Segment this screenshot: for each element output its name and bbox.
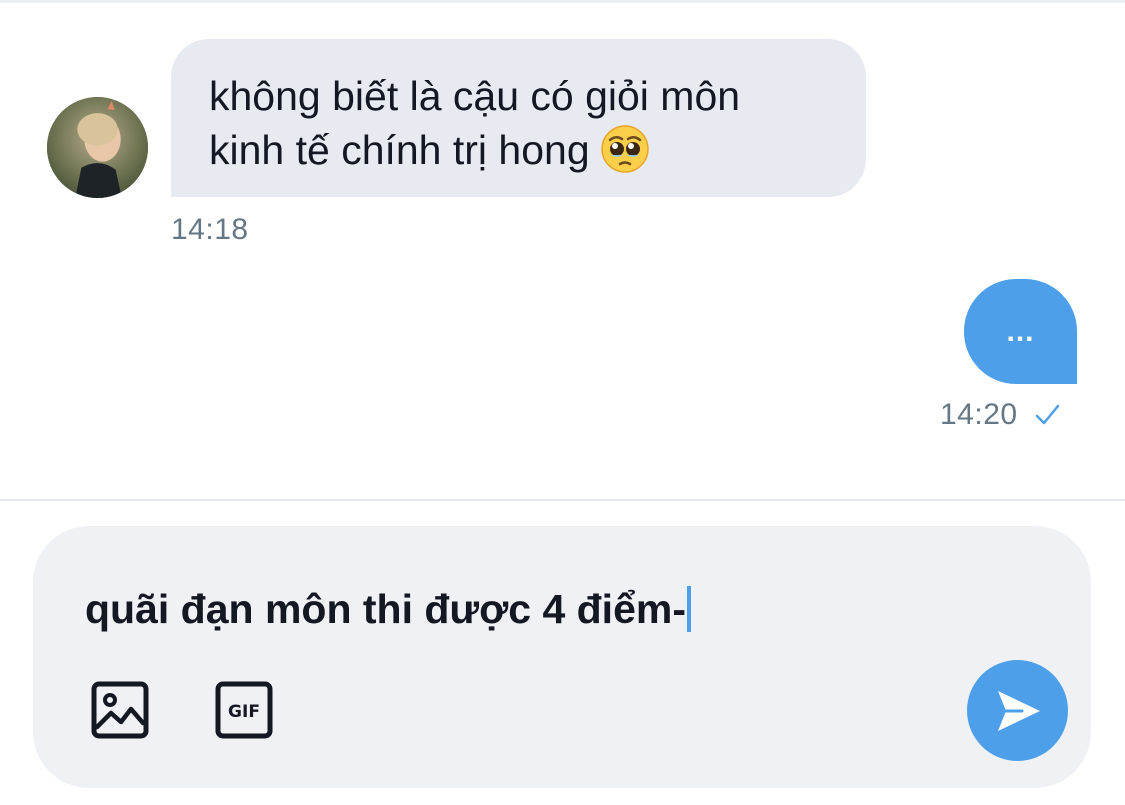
message-line-2: kinh tế chính trị hong bbox=[209, 123, 830, 178]
check-icon bbox=[1032, 400, 1062, 430]
outgoing-meta: 14:20 bbox=[940, 398, 1062, 432]
pleading-face-emoji-icon bbox=[600, 124, 650, 174]
top-divider bbox=[0, 0, 1125, 3]
incoming-message-bubble[interactable]: không biết là cậu có giỏi môn kinh tế ch… bbox=[171, 39, 866, 197]
avatar-photo bbox=[47, 97, 148, 198]
text-caret bbox=[687, 586, 691, 632]
incoming-timestamp: 14:18 bbox=[171, 213, 249, 246]
outgoing-timestamp: 14:20 bbox=[940, 398, 1018, 431]
outgoing-message-bubble[interactable]: ... bbox=[964, 279, 1077, 384]
message-input[interactable]: quãi đạn môn thi được 4 điểm- bbox=[85, 584, 691, 634]
image-icon[interactable] bbox=[91, 681, 149, 739]
send-icon bbox=[997, 690, 1040, 731]
composer-divider bbox=[0, 499, 1125, 501]
message-line-2-text: kinh tế chính trị hong bbox=[209, 127, 590, 173]
gif-icon[interactable]: GIF bbox=[215, 681, 273, 739]
send-button[interactable] bbox=[967, 660, 1068, 761]
message-composer: quãi đạn môn thi được 4 điểm- GIF bbox=[33, 526, 1091, 788]
dm-conversation-screen: không biết là cậu có giỏi môn kinh tế ch… bbox=[0, 0, 1125, 805]
avatar[interactable] bbox=[47, 97, 148, 198]
svg-text:GIF: GIF bbox=[228, 702, 260, 722]
message-input-text: quãi đạn môn thi được 4 điểm- bbox=[85, 586, 686, 632]
message-line-1: không biết là cậu có giỏi môn bbox=[209, 73, 741, 119]
